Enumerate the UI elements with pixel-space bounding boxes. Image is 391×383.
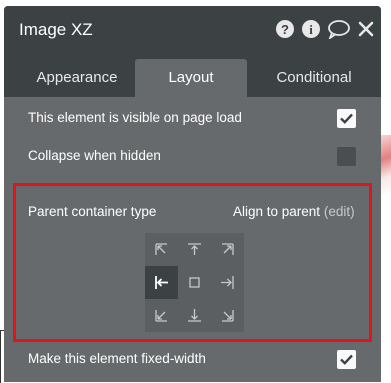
comment-icon[interactable] [327, 19, 351, 41]
help-icon[interactable]: ? [275, 19, 295, 39]
svg-text:i: i [309, 22, 313, 37]
checkmark-icon [340, 113, 353, 124]
align-middle-right-button[interactable] [211, 266, 244, 299]
align-top-left-icon [155, 243, 167, 255]
svg-text:?: ? [281, 22, 289, 37]
align-bottom-left-icon [155, 310, 167, 322]
align-top-left-button[interactable] [145, 233, 178, 266]
panel-title: Image XZ [19, 20, 93, 39]
visible-on-load-checkbox[interactable] [337, 109, 356, 128]
tab-conditional[interactable]: Conditional [254, 59, 374, 97]
info-icon[interactable]: i [301, 19, 321, 39]
parent-container-value: Align to parent (edit) [233, 204, 355, 219]
collapse-when-hidden-checkbox[interactable] [337, 147, 356, 166]
align-bottom-left-button[interactable] [145, 299, 178, 332]
align-bottom-center-button[interactable] [178, 299, 211, 332]
tab-bar: Appearance Layout Conditional [4, 52, 381, 97]
alignment-grid [145, 233, 244, 332]
align-top-right-icon [222, 243, 234, 255]
checkmark-icon [340, 354, 353, 365]
align-bottom-right-button[interactable] [211, 299, 244, 332]
align-middle-right-icon [221, 276, 234, 289]
align-center-icon [189, 277, 200, 288]
align-top-right-button[interactable] [211, 233, 244, 266]
collapse-when-hidden-label: Collapse when hidden [28, 148, 161, 163]
parent-container-type-label: Parent container type [28, 204, 157, 219]
parent-container-value-text: Align to parent [233, 204, 321, 219]
tab-layout[interactable]: Layout [135, 59, 247, 97]
align-center-button[interactable] [178, 266, 211, 299]
tab-appearance[interactable]: Appearance [22, 59, 132, 97]
align-bottom-center-icon [188, 309, 201, 322]
align-middle-left-button[interactable] [145, 266, 178, 299]
close-icon[interactable] [356, 19, 376, 39]
fixed-width-checkbox[interactable] [337, 350, 356, 369]
panel-header: Image XZ ? i [4, 6, 381, 52]
property-editor-panel: Image XZ ? i Appearance Layout Condition… [4, 6, 381, 382]
align-middle-left-icon [155, 276, 168, 289]
align-top-center-button[interactable] [178, 233, 211, 266]
visible-on-load-label: This element is visible on page load [28, 110, 242, 125]
align-top-center-icon [188, 243, 201, 255]
edit-link[interactable]: (edit) [324, 204, 355, 219]
fixed-width-label: Make this element fixed-width [28, 351, 206, 366]
align-bottom-right-icon [222, 310, 234, 322]
